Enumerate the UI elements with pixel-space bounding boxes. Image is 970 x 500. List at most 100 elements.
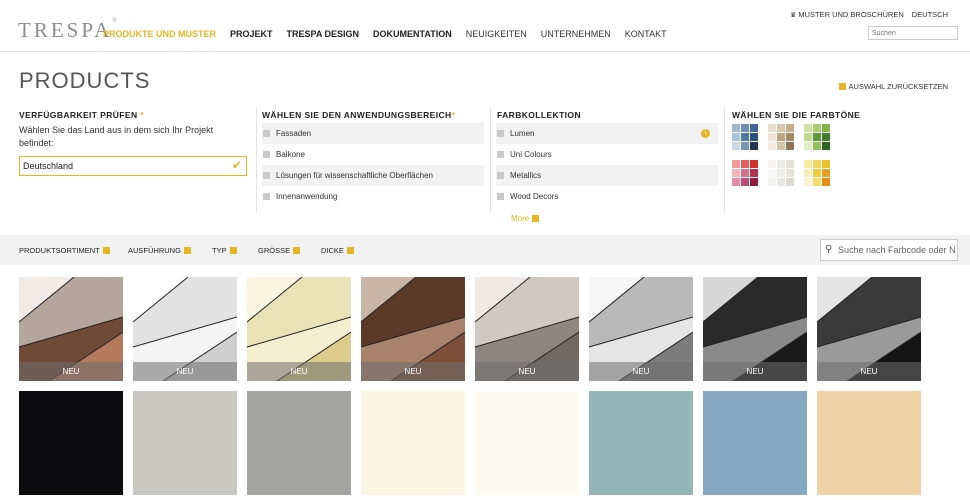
filter-groesse[interactable]: GRÖSSE (258, 246, 301, 255)
color-swatch[interactable] (777, 169, 785, 177)
checkbox[interactable] (263, 151, 270, 158)
trespa-logo[interactable]: TRESPA® (18, 18, 117, 43)
color-swatch[interactable] (732, 142, 740, 150)
color-swatch-tile[interactable] (589, 391, 693, 495)
color-tone-group[interactable] (768, 160, 794, 186)
filter-ausfuehrung[interactable]: AUSFÜHRUNG (128, 246, 191, 255)
color-swatch[interactable] (741, 178, 749, 186)
product-tile[interactable]: NEU (19, 277, 123, 381)
checkbox[interactable] (263, 193, 270, 200)
product-tile[interactable]: NEU (817, 277, 921, 381)
color-swatch-tile[interactable] (247, 391, 351, 495)
color-swatch[interactable] (777, 178, 785, 186)
product-tile[interactable]: NEU (703, 277, 807, 381)
color-swatch[interactable] (741, 124, 749, 132)
color-swatch[interactable] (804, 133, 812, 141)
samples-link[interactable]: ♛ MUSTER UND BROSCHÜREN (790, 10, 904, 19)
checkbox[interactable] (497, 151, 504, 158)
nav-kontakt[interactable]: KONTAKT (625, 29, 667, 39)
color-swatch[interactable] (786, 178, 794, 186)
color-swatch[interactable] (750, 178, 758, 186)
color-swatch[interactable] (804, 142, 812, 150)
color-swatch[interactable] (786, 124, 794, 132)
option-metallics[interactable]: Metallics (496, 165, 718, 186)
color-swatch[interactable] (732, 178, 740, 186)
site-search-input[interactable] (868, 26, 958, 40)
checkbox[interactable] (497, 130, 504, 137)
color-swatch[interactable] (813, 142, 821, 150)
color-swatch[interactable] (813, 160, 821, 168)
nav-neuigkeiten[interactable]: NEUIGKEITEN (466, 29, 527, 39)
checkbox[interactable] (263, 172, 270, 179)
color-swatch[interactable] (813, 124, 821, 132)
color-swatch[interactable] (822, 133, 830, 141)
option-innenanwendung[interactable]: Innenanwendung (262, 186, 484, 207)
color-swatch[interactable] (750, 124, 758, 132)
more-link[interactable]: More (511, 214, 540, 223)
option-lumen[interactable]: Lumen i (496, 123, 718, 144)
color-swatch[interactable] (813, 178, 821, 186)
color-swatch[interactable] (777, 133, 785, 141)
color-swatch[interactable] (822, 178, 830, 186)
color-swatch-tile[interactable] (133, 391, 237, 495)
color-tone-group[interactable] (768, 124, 794, 150)
color-swatch[interactable] (750, 169, 758, 177)
color-code-search-input[interactable]: ⚲ Suche nach Farbcode oder N (820, 239, 958, 261)
checkbox[interactable] (263, 130, 270, 137)
color-swatch[interactable] (822, 142, 830, 150)
color-swatch[interactable] (768, 142, 776, 150)
color-tone-group[interactable] (804, 124, 830, 150)
option-wood-decors[interactable]: Wood Decors (496, 186, 718, 207)
color-swatch-tile[interactable] (817, 391, 921, 495)
color-swatch[interactable] (804, 169, 812, 177)
color-swatch[interactable] (741, 169, 749, 177)
color-swatch-tile[interactable] (703, 391, 807, 495)
color-swatch[interactable] (768, 169, 776, 177)
color-swatch[interactable] (741, 160, 749, 168)
color-swatch[interactable] (813, 169, 821, 177)
color-swatch[interactable] (777, 142, 785, 150)
color-swatch[interactable] (750, 142, 758, 150)
product-tile[interactable]: NEU (475, 277, 579, 381)
color-swatch[interactable] (822, 124, 830, 132)
checkbox[interactable] (497, 193, 504, 200)
language-selector[interactable]: DEUTSCH (912, 10, 948, 19)
color-swatch[interactable] (822, 169, 830, 177)
reset-selection-button[interactable]: AUSWAHL ZURÜCKSETZEN (838, 82, 948, 91)
nav-produkte[interactable]: PRODUKTE UND MUSTER (103, 29, 216, 39)
info-icon[interactable]: i (701, 129, 710, 138)
color-swatch[interactable] (804, 124, 812, 132)
color-swatch[interactable] (777, 160, 785, 168)
color-swatch[interactable] (741, 142, 749, 150)
option-balkone[interactable]: Balkone (262, 144, 484, 165)
color-swatch[interactable] (768, 133, 776, 141)
product-tile[interactable]: NEU (361, 277, 465, 381)
color-tone-group[interactable] (804, 160, 830, 186)
color-swatch[interactable] (750, 160, 758, 168)
option-loesungen[interactable]: Lösungen für wissenschaftliche Oberfläch… (262, 165, 484, 186)
color-swatch[interactable] (813, 133, 821, 141)
color-swatch[interactable] (732, 133, 740, 141)
filter-dicke[interactable]: DICKE (321, 246, 354, 255)
color-swatch-tile[interactable] (475, 391, 579, 495)
color-swatch[interactable] (741, 133, 749, 141)
color-swatch[interactable] (768, 160, 776, 168)
product-tile[interactable]: NEU (247, 277, 351, 381)
color-swatch[interactable] (804, 160, 812, 168)
color-swatch[interactable] (732, 124, 740, 132)
color-tone-group[interactable] (732, 160, 758, 186)
color-swatch[interactable] (768, 178, 776, 186)
color-swatch-tile[interactable] (361, 391, 465, 495)
color-swatch[interactable] (750, 133, 758, 141)
checkbox[interactable] (497, 172, 504, 179)
color-swatch[interactable] (732, 160, 740, 168)
color-tone-group[interactable] (732, 124, 758, 150)
option-uni-colours[interactable]: Uni Colours (496, 144, 718, 165)
nav-dokumentation[interactable]: DOKUMENTATION (373, 29, 452, 39)
product-tile[interactable]: NEU (589, 277, 693, 381)
filter-produktsortiment[interactable]: PRODUKTSORTIMENT (19, 246, 110, 255)
color-swatch-tile[interactable] (19, 391, 123, 495)
color-swatch[interactable] (804, 178, 812, 186)
color-swatch[interactable] (786, 160, 794, 168)
product-tile[interactable]: NEU (133, 277, 237, 381)
